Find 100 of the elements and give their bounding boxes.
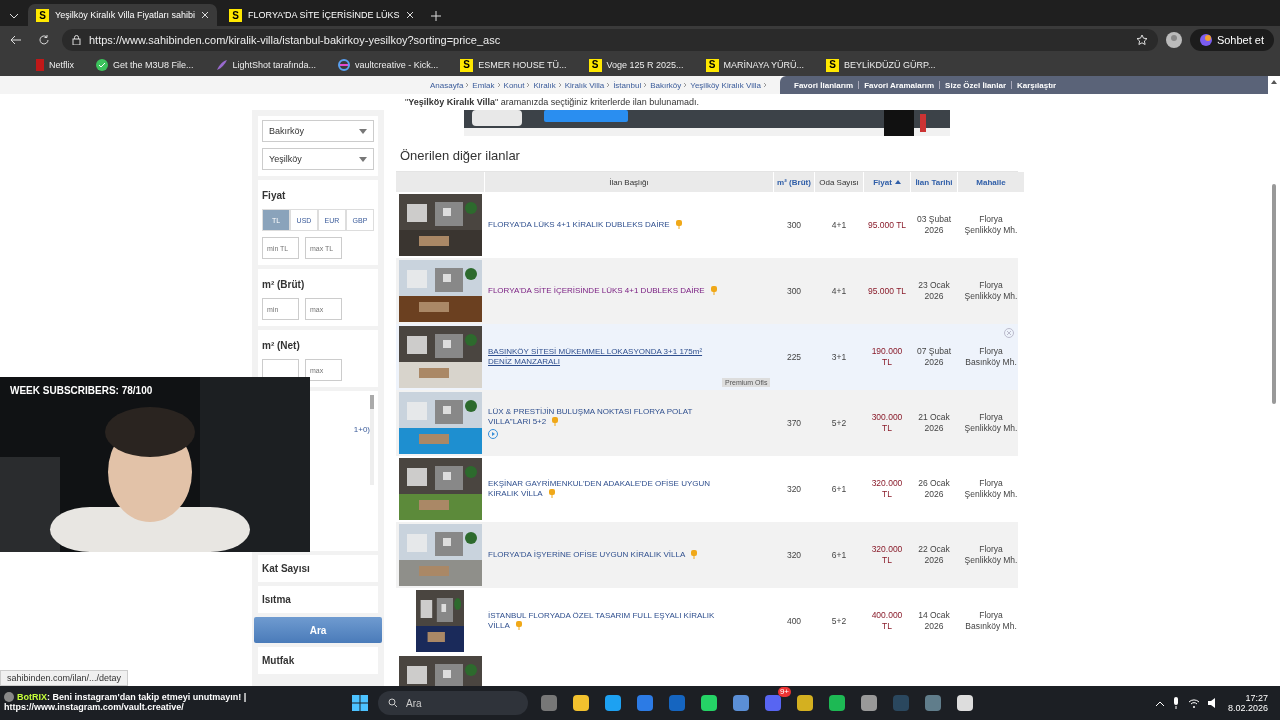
breadcrumb-link[interactable]: Bakırköy [650,80,682,90]
column-header[interactable]: Mahalle [958,172,1024,192]
url-text: https://www.sahibinden.com/kiralik-villa/istanbul-bakirkoy-yesilkoy?sorting=price_asc [89,34,502,46]
filter-title: Fiyat [262,189,287,203]
rooms-cell-text: 6+1 [830,483,848,495]
section-title: Önerilen diğer ilanlar [400,148,521,163]
area-cell-text: 300 [785,219,803,231]
listing-title-link[interactable]: FLORYA'DA LÜKS 4+1 KİRALIK DUBLEKS DAİRE [488,220,683,230]
column-header[interactable]: İlan Tarihi [911,172,957,192]
listing-row[interactable]: EKŞİNAR GAYRİMENKUL'DEN ADAKALE'DE OFİSE UYGUN KİRALIK VİLLA 320 6+1 320.000 TL 26 Ocak 2026 Florya Şenlikköy Mh. [396,456,1018,522]
breadcrumb-link[interactable]: İstanbul [613,80,642,90]
subscriber-counter: WEEK SUBSCRIBERS: 78/100 [10,385,153,396]
rooms-cell-text: 4+1 [830,219,848,231]
rooms-cell-text: 5+2 [830,417,848,429]
neighborhood-cell-text: Florya Basınköy Mh. [964,346,1018,368]
column-header[interactable]: Fiyat [864,172,910,192]
site-logo-icon: S [705,58,719,72]
no-results-notice: "Yeşilköy Kiralık Villa" aramanızda seçtiğiniz kriterlerde ilan bulunamadı. [405,97,699,107]
bookmark[interactable]: S Voge 125 R 2025... [588,57,684,73]
neighborhood-cell-text: Florya Şenlikköy Mh. [963,478,1019,500]
bookmark[interactable]: Get the M3U8 File... [96,57,194,73]
site-logo-icon: S [36,8,49,22]
date-cell-text: 22 Ocak 2026 [917,544,951,566]
column-header: İlan Başlığı [485,172,773,192]
area-cell-text: 320 [785,483,803,495]
filter-section[interactable]: Mutfak [258,647,378,674]
user-menu-link[interactable]: Favori İlanlarım [794,80,854,90]
listing-title-link[interactable]: BASINKÖY SİTESİ MÜKEMMEL LOKASYONDA 3+1 175m² DENİZ MANZARALI [488,347,728,367]
bookmark[interactable]: S ESMER HOUSE TÜ... [460,57,567,73]
rooms-cell-text: 4+1 [830,285,848,297]
notification-badge: 9+ [777,687,791,697]
user-menu-link[interactable]: Size Özel İlanlar [945,80,1007,90]
date-cell-text: 21 Ocak 2026 [917,412,951,434]
address-bar[interactable]: https://www.sahibinden.com/kiralik-villa/istanbul-bakirkoy-yesilkoy?sorting=price_asc [62,29,1158,51]
area-cell-text: 320 [785,549,803,561]
breadcrumb-link[interactable]: Kiralık Villa [564,80,605,90]
site-logo-icon: S [460,58,474,72]
bookmark[interactable]: S MARİNAYA YÜRÜ... [705,57,805,73]
rooms-cell-text: 3+1 [830,351,848,363]
chat-button[interactable]: Sohbet et [1189,29,1274,51]
column-header[interactable]: m² (Brüt) [774,172,814,192]
user-menu-link[interactable]: Karşılaştır [1017,80,1057,90]
filter-title: m² (Net) [262,339,301,353]
browser-tab[interactable]: S FLORYA'DA SİTE İÇERİSİNDE LÜKS [221,4,422,26]
site-logo-icon: S [229,8,243,22]
search-button[interactable]: Ara [254,617,382,643]
neighborhood-cell-text: Florya Basınköy Mh. [964,610,1018,632]
listing-row[interactable]: FLORYA'DA SİTE İÇERİSİNDE LÜKS 4+1 DUBLEKS DAİRE 300 4+1 95.000 TL 23 Ocak 2026 Florya Şenlikköy Mh. [396,258,1018,324]
price-cell-text: 95.000 TL [866,219,908,231]
listing-title-link[interactable]: EKŞİNAR GAYRİMENKUL'DEN ADAKALE'DE OFİSE UYGUN KİRALIK VİLLA [488,479,728,499]
clock[interactable]: 17:27 8.02.2026 [1227,693,1268,713]
column-header: Oda Sayısı [815,172,863,192]
breadcrumb-link[interactable]: Yeşilköy Kiralık Villa [690,80,761,90]
price-cell-text: 95.000 TL [866,285,908,297]
rooms-cell-text: 6+1 [830,549,848,561]
location-select[interactable]: Yeşilköy [262,148,374,170]
search-field[interactable]: Ara [404,696,518,710]
date-cell-text: 26 Ocak 2026 [917,478,951,500]
date-cell-text: 07 Şubat 2026 [916,346,952,368]
listing-title-link[interactable]: FLORYA'DA SİTE İÇERİSİNDE LÜKS 4+1 DUBLEKS DAİRE [488,286,718,296]
listing-title-link[interactable]: LÜX & PRESTİJİN BULUŞMA NOKTASI FLORYA POLAT VILLA"LARI 5+2 [488,407,728,439]
rooms-cell-text: 5+2 [830,615,848,627]
price-cell-text: 320.000 TL [870,478,904,500]
listing-row[interactable]: FLORYA'DA LÜKS 4+1 KİRALIK DUBLEKS DAİRE 300 4+1 95.000 TL 03 Şubat 2026 Florya Şenlikköy Mh. [396,192,1018,258]
area-cell-text: 225 [785,351,803,363]
area-cell-text: 400 [785,615,803,627]
bookmark[interactable]: S BEYLİKDÜZÜ GÜRP... [826,57,936,73]
date-cell-text: 23 Ocak 2026 [917,280,951,302]
bookmark[interactable]: vaultcreative - Kick... [338,57,439,73]
filter-title: m² (Brüt) [262,278,306,292]
site-logo-icon: S [826,58,840,72]
breadcrumb-link[interactable]: Konut [503,80,525,90]
breadcrumb-link[interactable]: Anasayfa [430,80,464,90]
listing-title-link[interactable]: İSTANBUL FLORYADA ÖZEL TASARIM FULL EŞYALI KİRALIK VİLLA [488,611,728,631]
neighborhood-cell-text: Florya Şenlikköy Mh. [963,544,1019,566]
bookmark[interactable]: LightShot tarafında... [215,57,317,73]
browser-tab[interactable]: S Yeşilköy Kiralık Villa Fiyatları sahibi [28,4,218,26]
date-cell-text: 03 Şubat 2026 [916,214,952,236]
site-logo-icon: S [588,58,602,72]
listing-row[interactable]: LÜX & PRESTİJİN BULUŞMA NOKTASI FLORYA POLAT VILLA"LARI 5+2 370 5+2 300.000 TL 21 Ocak 2026 Florya Şenlikköy Mh. [396,390,1018,456]
breadcrumb-link[interactable]: Kiralık [533,80,556,90]
price-cell-text: 300.000 TL [870,412,904,434]
area-cell-text: 370 [785,417,803,429]
breadcrumb-link[interactable]: Emlak [472,80,495,90]
filter-section[interactable]: Kat Sayısı [258,555,378,582]
user-menu-link[interactable]: Favori Aramalarım [864,80,935,90]
area-cell-text: 300 [785,285,803,297]
neighborhood-cell-text: Florya Şenlikköy Mh. [963,412,1019,434]
bookmark[interactable]: Netflix [36,57,74,73]
neighborhood-cell-text: Florya Şenlikköy Mh. [963,280,1019,302]
price-cell-text: 320.000 TL [870,544,904,566]
neighborhood-cell-text: Florya Şenlikköy Mh. [963,214,1019,236]
taskbar-search[interactable]: Ara [378,691,528,715]
filter-section[interactable]: Isıtma [258,586,378,613]
date-cell-text: 14 Ocak 2026 [917,610,951,632]
listing-row[interactable]: FLORYA'DA İŞYERİNE OFİSE UYGUN KİRALIK VİLLA 320 6+1 320.000 TL 22 Ocak 2026 Florya Şenlikköy Mh. [396,522,1018,588]
location-select[interactable]: Bakırköy [262,120,374,142]
price-cell-text: 190.000 TL [870,346,904,368]
listing-title-link[interactable]: FLORYA'DA İŞYERİNE OFİSE UYGUN KİRALIK VİLLA [488,550,699,560]
chat-message: BotRIX: Beni instagram'dan takip etmeyi unutmayın! | [17,692,247,702]
